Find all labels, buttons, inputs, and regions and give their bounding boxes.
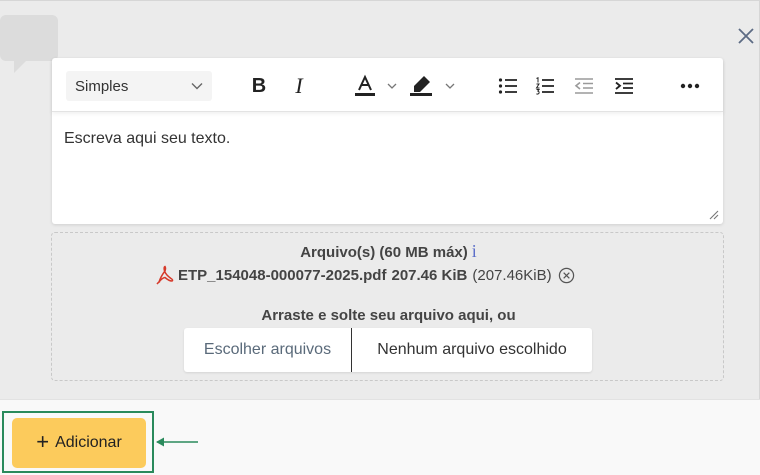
chevron-down-icon: [387, 83, 397, 89]
more-button[interactable]: [676, 72, 704, 100]
add-button[interactable]: + Adicionar: [12, 418, 146, 468]
info-icon[interactable]: i: [472, 241, 477, 261]
resize-grip-icon[interactable]: [707, 208, 719, 220]
font-color-dropdown[interactable]: [384, 72, 400, 100]
bold-icon: B: [251, 74, 267, 97]
no-file-chosen-label: Nenhum arquivo escolhido: [377, 341, 567, 358]
format-select-value: Simples: [75, 78, 129, 95]
plus-icon: +: [36, 428, 50, 454]
close-icon[interactable]: [734, 24, 758, 48]
arrow-left-icon: [156, 437, 198, 447]
bulleted-list-button[interactable]: [496, 72, 520, 100]
add-button-label: Adicionar: [55, 434, 122, 451]
editor-text-area[interactable]: Escreva aqui seu texto.: [64, 130, 230, 148]
file-size: 207.46 KiB: [391, 266, 468, 284]
upload-title: Arquivo(s) (60 MB máx) i: [300, 241, 477, 261]
bulleted-list-icon: [498, 78, 517, 94]
outdent-button[interactable]: [572, 72, 596, 100]
font-color-icon: [355, 74, 375, 96]
chevron-down-icon: [445, 83, 455, 89]
file-size-detail: (207.46KiB): [472, 266, 552, 284]
rich-text-editor: Simples B I Escreva aqui seu texto.: [52, 58, 723, 224]
chat-bubble-icon: [0, 15, 58, 73]
chevron-down-icon: [191, 83, 203, 90]
file-name: ETP_154048-000077-2025.pdf: [178, 266, 387, 284]
highlight-icon: [410, 76, 432, 96]
numbered-list-icon: [535, 77, 554, 95]
bold-button[interactable]: B: [246, 72, 272, 100]
file-dropzone[interactable]: Arquivo(s) (60 MB máx) i ETP_154048-00007…: [51, 232, 724, 381]
editor-toolbar: Simples B I: [52, 58, 723, 112]
indent-button[interactable]: [612, 72, 636, 100]
italic-button[interactable]: I: [286, 72, 312, 100]
more-icon: [680, 83, 700, 89]
choose-files-button[interactable]: Escolher arquivos: [184, 328, 352, 372]
paragraph-format-select[interactable]: Simples: [66, 71, 212, 101]
pdf-icon: [156, 265, 174, 285]
highlight-dropdown[interactable]: [442, 72, 458, 100]
italic-icon: I: [295, 73, 303, 98]
indent-icon: [615, 78, 633, 94]
highlight-button[interactable]: [408, 72, 434, 100]
remove-circle-icon[interactable]: [558, 267, 575, 284]
drag-drop-text: Arraste e solte seu arquivo aqui, ou: [261, 307, 516, 324]
file-input[interactable]: Escolher arquivos Nenhum arquivo escolhi…: [184, 328, 592, 372]
outdent-icon: [574, 78, 593, 94]
font-color-button[interactable]: [352, 72, 378, 100]
uploaded-file-row: ETP_154048-000077-2025.pdf 207.46 KiB (2…: [156, 264, 575, 286]
numbered-list-button[interactable]: [533, 72, 557, 100]
